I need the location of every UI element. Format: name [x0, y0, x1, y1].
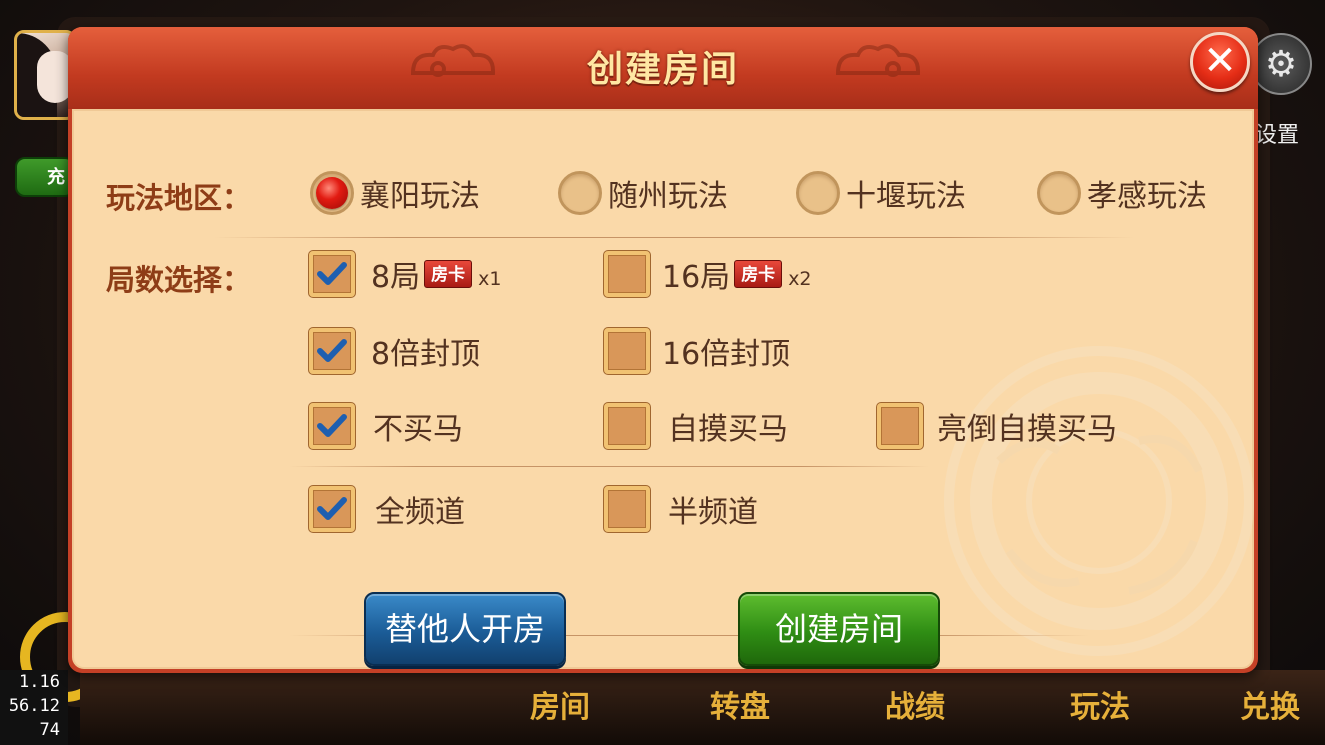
checkbox-box [604, 328, 650, 374]
checkbox-label: 不买马 [373, 412, 463, 447]
close-icon: ✕ [1203, 38, 1237, 84]
checkbox-label: 亮倒自摸买马 [937, 412, 1117, 447]
radio-shiyan[interactable]: 十堰玩法 [796, 171, 966, 215]
divider [214, 237, 1134, 238]
checkbox-label: 16局 [662, 260, 731, 295]
gear-icon: ⚙ [1264, 43, 1298, 85]
fps-stats: 1.16 56.12 74 [0, 670, 68, 745]
stats-line: 1.16 [19, 672, 60, 692]
bottom-nav-bar: 房间 转盘 战绩 玩法 兑换 [80, 670, 1325, 745]
radio-label: 孝感玩法 [1087, 179, 1207, 214]
stats-line: 74 [39, 720, 60, 740]
nav-item-rules[interactable]: 玩法 [1070, 682, 1130, 726]
dialog-header: 创建房间 ✕ [68, 27, 1258, 109]
dialog-body: 玩法地区： 襄阳玩法 随州玩法 十堰玩法 孝感玩法 局数选择： 8局 房卡 x1 [72, 109, 1254, 669]
checkbox-16-rounds[interactable]: 16局 房卡 x2 [604, 251, 812, 297]
multiplier-text: x2 [788, 268, 812, 290]
checkbox-8x-cap[interactable]: 8倍封顶 [309, 328, 480, 374]
checkbox-half-channel[interactable]: 半频道 [604, 486, 758, 532]
dialog-title: 创建房间 [586, 49, 739, 90]
rounds-label: 局数选择： [106, 263, 252, 297]
checkbox-label: 8局 [371, 260, 421, 295]
room-card-badge: 房卡 [424, 260, 473, 288]
radio-label: 十堰玩法 [846, 179, 966, 214]
nav-item-record[interactable]: 战绩 [885, 682, 945, 726]
radio-label: 襄阳玩法 [360, 179, 480, 214]
checkbox-label: 全频道 [375, 495, 465, 530]
open-for-others-button[interactable]: 替他人开房 [364, 592, 566, 666]
radio-circle [1037, 171, 1081, 215]
checkbox-16x-cap[interactable]: 16倍封顶 [604, 328, 790, 374]
checkbox-no-horse[interactable]: 不买马 [309, 403, 463, 449]
settings-button[interactable]: ⚙ [1250, 33, 1312, 95]
divider [289, 466, 929, 467]
checkbox-box [604, 486, 650, 532]
checkbox-box [877, 403, 923, 449]
checkmark-icon [317, 339, 347, 362]
radio-selected-dot [316, 177, 348, 209]
avatar[interactable] [14, 30, 76, 120]
checkbox-box [309, 328, 355, 374]
settings-label: 设置 [1255, 123, 1300, 148]
checkbox-box [309, 403, 355, 449]
room-card-badge: 房卡 [734, 260, 783, 288]
checkbox-label: 半频道 [668, 495, 758, 530]
radio-circle [310, 171, 354, 215]
radio-label: 随州玩法 [608, 179, 728, 214]
create-room-button[interactable]: 创建房间 [738, 592, 940, 666]
ornament-watermark-icon [944, 346, 1254, 656]
checkbox-8-rounds[interactable]: 8局 房卡 x1 [309, 251, 501, 297]
checkbox-box [309, 251, 355, 297]
checkbox-box [309, 486, 355, 532]
region-label: 玩法地区： [106, 181, 252, 215]
radio-suizhou[interactable]: 随州玩法 [558, 171, 728, 215]
checkbox-label: 8倍封顶 [371, 337, 481, 372]
checkbox-box [604, 403, 650, 449]
checkbox-box [604, 251, 650, 297]
radio-xiaogan[interactable]: 孝感玩法 [1037, 171, 1207, 215]
multiplier-text: x1 [478, 268, 502, 290]
nav-item-room[interactable]: 房间 [530, 682, 590, 726]
radio-circle [796, 171, 840, 215]
checkmark-icon [317, 497, 347, 520]
create-room-dialog: 创建房间 ✕ 玩法地区： 襄阳玩法 随州玩法 十堰玩法 孝感玩法 局数选择： 8… [68, 27, 1258, 673]
checkbox-label: 自摸买马 [668, 412, 788, 447]
recharge-button[interactable]: 充 [15, 157, 75, 197]
stats-line: 56.12 [8, 696, 60, 716]
checkmark-icon [317, 414, 347, 437]
checkbox-full-channel[interactable]: 全频道 [309, 486, 465, 532]
checkbox-label: 16倍封顶 [662, 337, 791, 372]
radio-circle [558, 171, 602, 215]
nav-item-wheel[interactable]: 转盘 [710, 682, 770, 726]
checkbox-self-draw-horse[interactable]: 自摸买马 [604, 403, 788, 449]
checkmark-icon [317, 262, 347, 285]
checkbox-liangdao-horse[interactable]: 亮倒自摸买马 [877, 403, 1117, 449]
nav-item-exchange[interactable]: 兑换 [1240, 682, 1300, 726]
radio-xiangyang[interactable]: 襄阳玩法 [310, 171, 480, 215]
close-button[interactable]: ✕ [1190, 32, 1250, 92]
